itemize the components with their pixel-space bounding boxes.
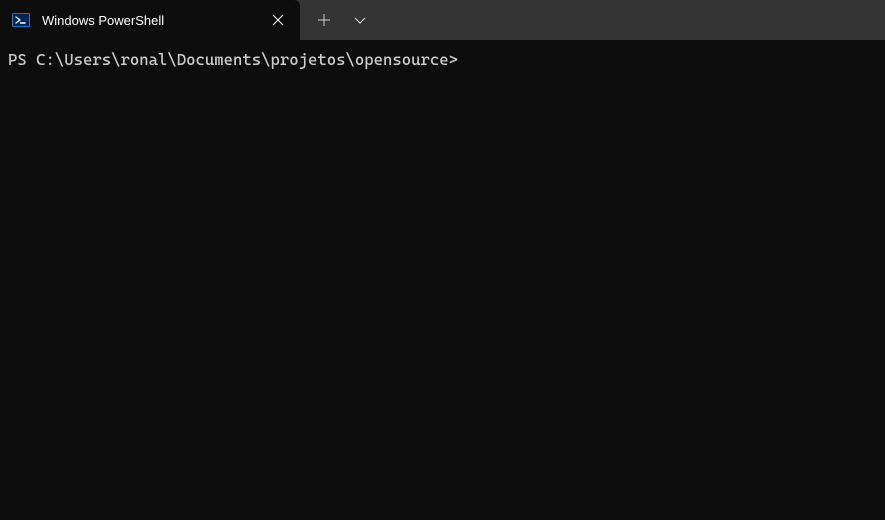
chevron-down-icon — [354, 14, 366, 26]
cursor — [467, 52, 476, 70]
terminal-content[interactable]: PS C:\Users\ronal\Documents\projetos\ope… — [0, 40, 885, 520]
titlebar: Windows PowerShell — [0, 0, 885, 40]
plus-icon — [318, 14, 330, 26]
tab-powershell[interactable]: Windows PowerShell — [0, 0, 300, 40]
tab-title: Windows PowerShell — [42, 13, 264, 28]
close-tab-button[interactable] — [264, 6, 292, 34]
new-tab-button[interactable] — [306, 0, 342, 40]
powershell-icon — [12, 11, 30, 29]
close-icon — [272, 14, 284, 26]
dropdown-button[interactable] — [342, 0, 378, 40]
prompt: PS C:\Users\ronal\Documents\projetos\ope… — [8, 50, 458, 69]
titlebar-actions — [300, 0, 378, 40]
